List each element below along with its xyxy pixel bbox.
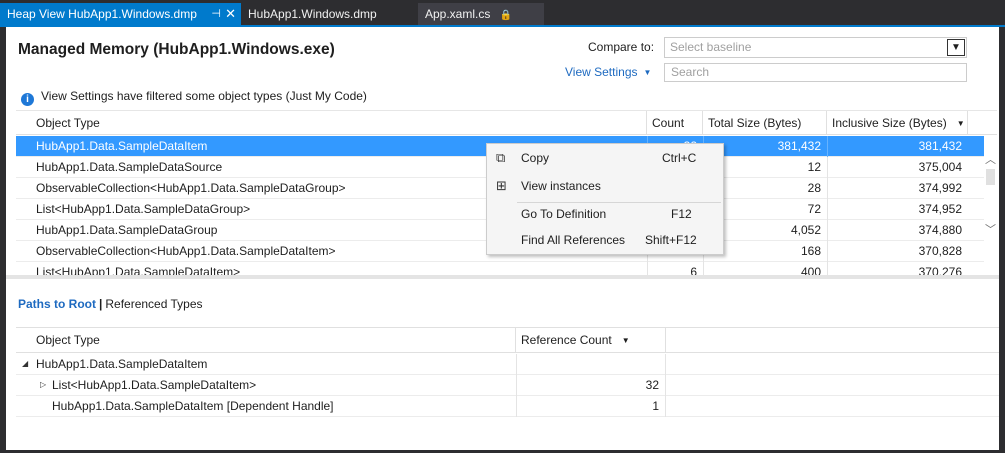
menu-item-view-instances[interactable]: ⊞ View instances xyxy=(487,174,723,198)
menu-item-label: View instances xyxy=(521,179,601,193)
tab-paths-to-root[interactable]: Paths to Root xyxy=(18,297,96,311)
info-icon: i xyxy=(21,93,34,106)
cell-total-size: 400 xyxy=(703,262,827,275)
column-header-reference-count-label: Reference Count xyxy=(521,333,612,347)
column-header-object-type[interactable]: Object Type xyxy=(16,328,516,353)
search-input[interactable]: Search xyxy=(664,63,967,82)
sort-descending-icon: ▼ xyxy=(956,119,965,128)
page-title: Managed Memory (HubApp1.Windows.exe) xyxy=(18,41,335,58)
view-settings-label: View Settings xyxy=(565,65,638,79)
cell-inclusive-size: 370,276 xyxy=(827,262,968,275)
cell-inclusive-size: 381,432 xyxy=(827,136,968,157)
tab-heap-view-label: Heap View HubApp1.Windows.dmp xyxy=(7,7,197,21)
tab-dmp-label: HubApp1.Windows.dmp xyxy=(248,7,377,21)
tab-separator: | xyxy=(99,297,103,311)
context-menu: ⧉ Copy Ctrl+C ⊞ View instances Go To Def… xyxy=(486,143,724,255)
menu-item-copy[interactable]: ⧉ Copy Ctrl+C xyxy=(487,146,723,170)
vertical-scrollbar[interactable]: ︿ ﹀ xyxy=(984,135,997,275)
table-row[interactable]: List<HubApp1.Data.SampleDataItem> 6 400 … xyxy=(16,262,984,275)
cell-object-type: List<HubApp1.Data.SampleDataItem> xyxy=(36,265,241,275)
lock-icon: 🔒 xyxy=(499,10,513,21)
column-header-inclusive-size-label: Inclusive Size (Bytes) xyxy=(832,116,947,130)
tree-node-label: HubApp1.Data.SampleDataItem [Dependent H… xyxy=(52,399,334,413)
scrollbar-thumb[interactable] xyxy=(986,169,995,185)
cell-inclusive-size: 375,004 xyxy=(827,157,968,178)
menu-item-label: Go To Definition xyxy=(521,207,607,221)
menu-item-shortcut: Shift+F12 xyxy=(645,233,697,247)
menu-item-shortcut: F12 xyxy=(671,207,692,221)
grid-header: Object Type Reference Count ▼ xyxy=(16,328,999,353)
close-icon[interactable]: ✕ xyxy=(225,3,236,25)
column-header-inclusive-size[interactable]: Inclusive Size (Bytes) ▼ xyxy=(827,111,968,135)
menu-item-find-all-references[interactable]: Find All References Shift+F12 xyxy=(487,228,723,252)
pin-icon[interactable]: ⊣ xyxy=(211,3,221,25)
menu-item-label: Copy xyxy=(521,151,550,165)
column-header-count[interactable]: Count xyxy=(647,111,703,135)
cell-reference-count xyxy=(516,354,666,375)
pane-splitter[interactable] xyxy=(6,275,999,279)
collapse-arrow-icon[interactable]: ◢ xyxy=(22,354,28,374)
tree-node-label: List<HubApp1.Data.SampleDataItem> xyxy=(52,378,257,392)
scroll-down-icon[interactable]: ﹀ xyxy=(985,221,996,237)
cell-inclusive-size: 374,880 xyxy=(827,220,968,241)
column-header-reference-count[interactable]: Reference Count ▼ xyxy=(516,328,666,353)
menu-item-label: Find All References xyxy=(521,233,626,247)
column-header-object-type[interactable]: Object Type xyxy=(16,111,647,135)
sort-descending-icon: ▼ xyxy=(621,336,630,345)
document-tab-bar: Heap View HubApp1.Windows.dmp ⊣ ✕ HubApp… xyxy=(0,0,1005,25)
caret-down-icon: ▼ xyxy=(643,68,652,77)
menu-item-shortcut: Ctrl+C xyxy=(662,151,697,165)
lower-pane-tabs: Paths to Root | Referenced Types xyxy=(18,297,203,311)
expand-arrow-icon[interactable]: ▷ xyxy=(40,375,46,395)
cell-reference-count: 1 xyxy=(516,396,666,417)
filter-info-bar: i View Settings have filtered some object… xyxy=(21,89,367,106)
cell-inclusive-size: 374,992 xyxy=(827,178,968,199)
scroll-up-icon[interactable]: ︿ xyxy=(985,151,996,167)
tab-dmp[interactable]: HubApp1.Windows.dmp xyxy=(241,3,407,25)
view-instances-icon: ⊞ xyxy=(496,178,507,193)
cell-count: 6 xyxy=(647,262,703,275)
baseline-select[interactable]: Select baseline ▼ xyxy=(664,37,967,58)
cell-inclusive-size: 370,828 xyxy=(827,241,968,262)
tree-row[interactable]: HubApp1.Data.SampleDataItem [Dependent H… xyxy=(16,396,999,417)
tree-row[interactable]: ▷ List<HubApp1.Data.SampleDataItem> 32 xyxy=(16,375,999,396)
menu-item-go-to-definition[interactable]: Go To Definition F12 xyxy=(487,202,723,226)
compare-to-label: Compare to: xyxy=(588,40,655,54)
cell-reference-count: 32 xyxy=(516,375,666,396)
cell-inclusive-size: 374,952 xyxy=(827,199,968,220)
filter-info-text: View Settings have filtered some object … xyxy=(41,89,367,103)
tab-heap-view[interactable]: Heap View HubApp1.Windows.dmp ⊣ ✕ xyxy=(0,3,241,25)
search-placeholder: Search xyxy=(671,65,710,79)
tab-referenced-types[interactable]: Referenced Types xyxy=(105,297,202,311)
paths-to-root-grid: Object Type Reference Count ▼ ◢ HubApp1.D… xyxy=(16,327,999,417)
tab-app-xaml-cs-label: App.xaml.cs xyxy=(425,7,491,21)
grid-header: Object Type Count Total Size (Bytes) Inc… xyxy=(16,111,997,135)
baseline-placeholder: Select baseline xyxy=(670,40,752,54)
copy-icon: ⧉ xyxy=(496,150,506,165)
tree-node-label: HubApp1.Data.SampleDataItem xyxy=(36,357,208,371)
tree-row[interactable]: ◢ HubApp1.Data.SampleDataItem xyxy=(16,354,999,375)
view-settings-button[interactable]: View Settings ▼ xyxy=(565,65,651,79)
tab-app-xaml-cs[interactable]: App.xaml.cs 🔒 xyxy=(418,3,544,25)
column-header-total-size[interactable]: Total Size (Bytes) xyxy=(703,111,827,135)
chevron-down-icon[interactable]: ▼ xyxy=(947,39,965,56)
